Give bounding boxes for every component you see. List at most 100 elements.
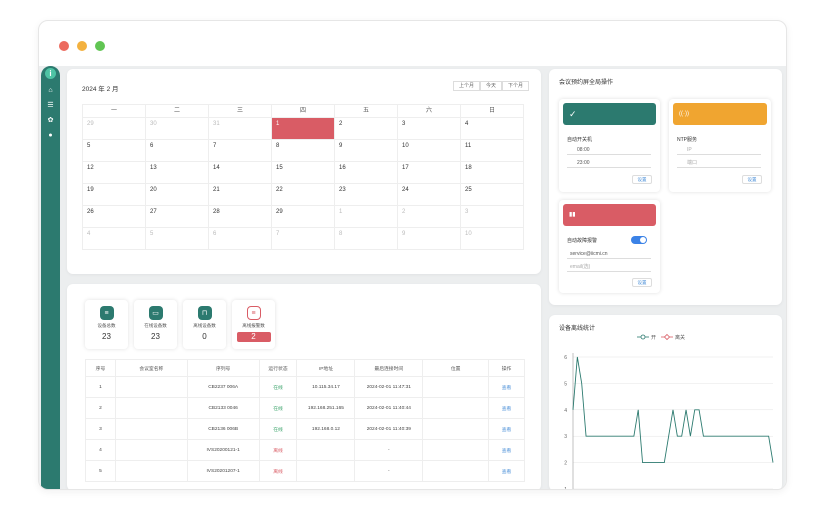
ntp-port-input[interactable]: 端口	[677, 158, 761, 168]
calendar-day[interactable]: 7	[209, 140, 272, 162]
calendar-day[interactable]: 11	[461, 140, 524, 162]
weekday-label: 六	[398, 105, 461, 118]
ntp-settings-button[interactable]: 设置	[742, 175, 762, 184]
ntp-ip-input[interactable]: IP	[677, 145, 761, 155]
table-row: 3 CB2136 006B 在线 192.168.0.12 2024-02-01 11:…	[85, 418, 525, 440]
alarm-settings-button[interactable]: 设置	[632, 278, 652, 287]
calendar-day[interactable]: 10	[461, 228, 524, 250]
logo-icon: i	[45, 68, 56, 79]
table-cell[interactable]: 查看	[488, 376, 525, 398]
table-cell[interactable]: 查看	[488, 460, 525, 482]
calendar-day[interactable]: 3	[398, 118, 461, 140]
calendar-day[interactable]: 19	[83, 184, 146, 206]
calendar-day[interactable]: 29	[272, 206, 335, 228]
calendar-day[interactable]: 8	[335, 228, 398, 250]
calendar-day[interactable]: 5	[146, 228, 209, 250]
calendar-day[interactable]: 24	[398, 184, 461, 206]
table-cell	[114, 418, 188, 440]
calendar-day[interactable]: 31	[209, 118, 272, 140]
calendar-day[interactable]: 27	[146, 206, 209, 228]
calendar-day[interactable]: 13	[146, 162, 209, 184]
user-icon[interactable]: ●	[46, 131, 55, 140]
calendar-day[interactable]: 3	[461, 206, 524, 228]
calendar-day[interactable]: 15	[272, 162, 335, 184]
calendar-day[interactable]: 12	[83, 162, 146, 184]
calendar-day[interactable]: 9	[335, 140, 398, 162]
table-row: 5 IVS20201207-1 离线 - 查看	[85, 460, 525, 482]
calendar-day[interactable]: 6	[209, 228, 272, 250]
calendar-day[interactable]: 14	[209, 162, 272, 184]
bar-chart-icon: ▮▮	[563, 204, 656, 226]
table-cell: -	[354, 460, 424, 482]
table-cell: 2024-02-01 11:40:39	[354, 418, 424, 440]
table-cell[interactable]: 查看	[488, 439, 525, 461]
power-on-time-field[interactable]: 08:00	[567, 145, 651, 155]
table-cell: 离线	[258, 460, 298, 482]
table-cell: 192.168.0.12	[296, 418, 356, 440]
prev-month-button[interactable]: 上个月	[452, 81, 480, 91]
calendar-day[interactable]: 22	[272, 184, 335, 206]
ntp-label: NTP服务	[677, 137, 698, 143]
calendar-day[interactable]: 5	[83, 140, 146, 162]
table-cell: 在线	[258, 418, 298, 440]
stat-value: 2	[236, 332, 271, 342]
calendar-day[interactable]: 16	[335, 162, 398, 184]
calendar-week: 4 5 6 7 8 9 10	[83, 228, 524, 250]
calendar-day[interactable]: 29	[83, 118, 146, 140]
calendar-day[interactable]: 4	[83, 228, 146, 250]
calendar-day[interactable]: 20	[146, 184, 209, 206]
gear-icon[interactable]: ✿	[46, 116, 55, 125]
calendar-day[interactable]: 26	[83, 206, 146, 228]
table-row: 1 CB2237 006A 在线 10.115.34.17 2024-02-01 11:…	[85, 376, 525, 398]
calendar-day[interactable]: 9	[398, 228, 461, 250]
power-off-time-field[interactable]: 23:00	[567, 158, 651, 168]
calendar-day[interactable]: 25	[461, 184, 524, 206]
calendar-day[interactable]: 6	[146, 140, 209, 162]
table-cell	[114, 397, 188, 419]
calendar-day[interactable]: 1	[335, 206, 398, 228]
calendar-day[interactable]: 17	[398, 162, 461, 184]
calendar-day[interactable]: 2	[335, 118, 398, 140]
next-month-button[interactable]: 下个月	[501, 81, 529, 91]
check-circle-icon: ✓	[563, 103, 656, 125]
calendar-week: 26 27 28 29 1 2 3	[83, 206, 524, 228]
table-cell	[114, 376, 188, 398]
offline-chart-card: 设备离线统计 开离关 6 5 4 3 2 1	[549, 315, 782, 490]
maximize-window-icon[interactable]	[95, 41, 105, 51]
power-settings-button[interactable]: 设置	[632, 175, 652, 184]
alarm-email2-input[interactable]: email(选)	[567, 262, 651, 272]
calendar-day[interactable]: 2	[398, 206, 461, 228]
table-cell[interactable]: 查看	[488, 418, 525, 440]
stat-card[interactable]: ▭ 在线设备数 23	[134, 300, 177, 349]
calendar-day[interactable]: 1	[272, 118, 335, 140]
stat-card[interactable]: ≡ 设备总数 23	[85, 300, 128, 349]
calendar-day[interactable]: 7	[272, 228, 335, 250]
calendar-day[interactable]: 30	[146, 118, 209, 140]
calendar-day[interactable]: 10	[398, 140, 461, 162]
table-cell: 3	[85, 418, 116, 440]
app-window: i ⌂ ☰ ✿ ● 2024 年 2 月 上个月 今天 下个月 一二三四五六日2…	[38, 20, 787, 490]
stat-card[interactable]: ≡ 离线报警数 2	[232, 300, 275, 349]
home-icon[interactable]: ⌂	[46, 86, 55, 95]
today-button[interactable]: 今天	[479, 81, 502, 91]
legend-label-open: 开	[651, 335, 656, 341]
minimize-window-icon[interactable]	[77, 41, 87, 51]
calendar-day[interactable]: 8	[272, 140, 335, 162]
table-cell: 10.115.34.17	[296, 376, 356, 398]
calendar-day[interactable]: 23	[335, 184, 398, 206]
table-row: 2 CB2133 0046 在线 192.168.251.165 2024-02-01 …	[85, 397, 525, 419]
table-cell[interactable]: 查看	[488, 397, 525, 419]
table-cell: 离线	[258, 439, 298, 461]
calendar-day[interactable]: 18	[461, 162, 524, 184]
alarm-email-input[interactable]: service@iicmi.cn	[567, 249, 651, 259]
weekday-label: 四	[272, 105, 335, 118]
table-cell: IVS20200121-1	[186, 439, 260, 461]
calendar-day[interactable]: 4	[461, 118, 524, 140]
calendar-day[interactable]: 21	[209, 184, 272, 206]
y-tick-label: 1	[564, 487, 567, 490]
stat-card[interactable]: ⊓ 离线设备数 0	[183, 300, 226, 349]
list-icon[interactable]: ☰	[46, 101, 55, 110]
close-window-icon[interactable]	[59, 41, 69, 51]
calendar-day[interactable]: 28	[209, 206, 272, 228]
alarm-toggle[interactable]	[631, 236, 647, 244]
